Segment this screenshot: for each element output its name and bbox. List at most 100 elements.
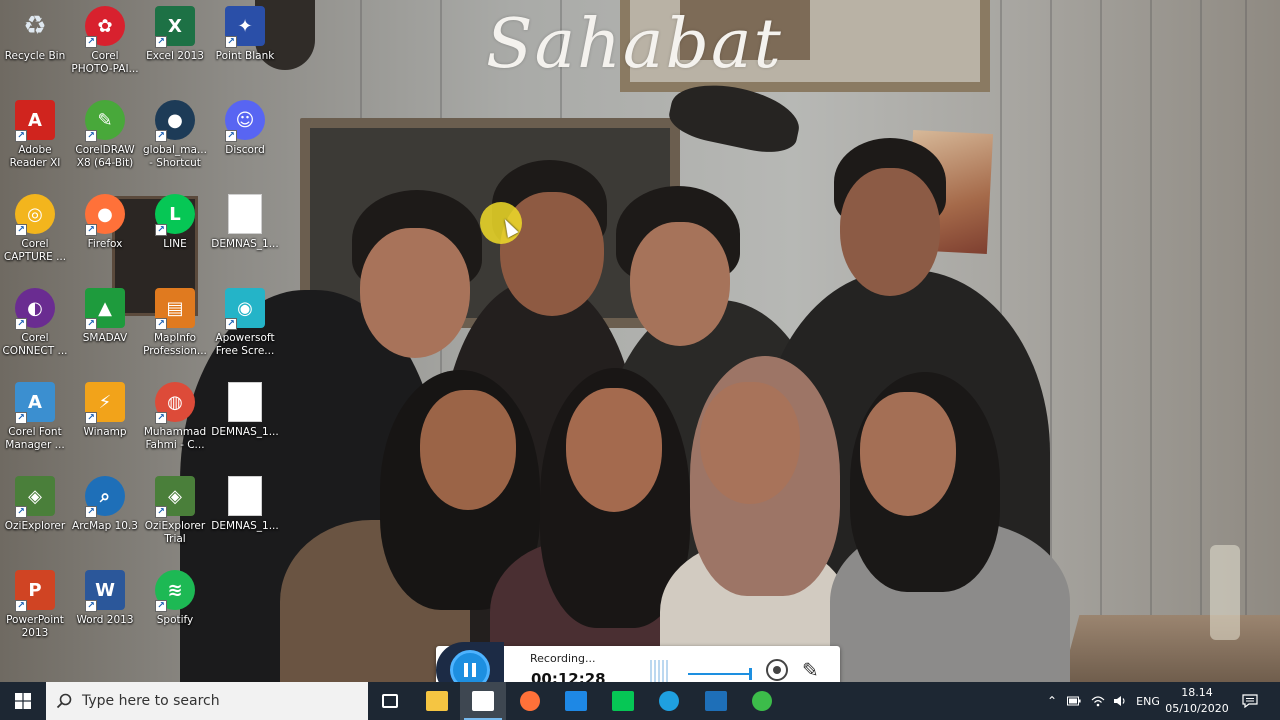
adobe-reader-icon: A ↗ <box>15 100 55 142</box>
clock-time: 18.14 <box>1181 686 1213 699</box>
desktop-icon-label: Muhammad Fahmi - C... <box>143 426 207 451</box>
action-center-icon[interactable] <box>1236 682 1264 720</box>
desktop-icon[interactable]: W ↗ Word 2013 <box>70 570 140 627</box>
desktop-icon[interactable]: DEMNAS_1... <box>210 476 280 533</box>
desktop-icon[interactable]: ◎ ↗ Corel CAPTURE ... <box>0 194 70 264</box>
desktop-icon-label: DEMNAS_1... <box>211 426 279 438</box>
desktop-icon[interactable]: P ↗ PowerPoint 2013 <box>0 570 70 640</box>
shortcut-arrow-icon: ↗ <box>155 130 167 142</box>
desktop-icon[interactable]: ▤ ↗ MapInfo Profession... <box>140 288 210 358</box>
language-indicator[interactable]: ENG <box>1133 682 1163 720</box>
desktop-icon[interactable]: ◉ ↗ Apowersoft Free Scre... <box>210 288 280 358</box>
desktop-icon[interactable]: ⌕ ↗ ArcMap 10.3 <box>70 476 140 533</box>
desktop-icon[interactable]: DEMNAS_1... <box>210 194 280 251</box>
desktop-icon[interactable]: ● ↗ global_ma... - Shortcut <box>140 100 210 170</box>
smadav-icon: ▲ ↗ <box>85 288 125 330</box>
shortcut-arrow-icon: ↗ <box>155 224 167 236</box>
show-hidden-icons-button[interactable]: ⌃ <box>1042 682 1062 720</box>
taskbar-app-apowersoft-recorder[interactable] <box>739 682 785 720</box>
shortcut-arrow-icon: ↗ <box>15 224 27 236</box>
speaker-icon[interactable] <box>1110 682 1130 720</box>
shortcut-arrow-icon: ↗ <box>85 318 97 330</box>
line-icon: L ↗ <box>155 194 195 236</box>
apowersoft-recorder-icon: ◉ ↗ <box>225 288 265 330</box>
arcmap-icon: ⌕ ↗ <box>85 476 125 518</box>
taskbar-app-task-view[interactable] <box>367 682 413 720</box>
desktop-icon-label: Word 2013 <box>76 614 134 626</box>
shortcut-arrow-icon: ↗ <box>155 36 167 48</box>
globe-icon: ● ↗ <box>155 100 195 142</box>
desktop-icon[interactable]: ⚡ ↗ Winamp <box>70 382 140 439</box>
taskbar-app-file-explorer[interactable] <box>414 682 460 720</box>
pen-icon[interactable]: ✎ <box>802 658 826 682</box>
desktop-icon[interactable]: ☺ ↗ Discord <box>210 100 280 157</box>
desktop-icon[interactable]: L ↗ LINE <box>140 194 210 251</box>
desktop-icon-label: Spotify <box>156 614 194 626</box>
winamp-icon: ⚡ ↗ <box>85 382 125 424</box>
desktop-icon-label: Corel CAPTURE ... <box>3 238 67 263</box>
taskbar-search-box[interactable]: Type here to search <box>46 682 368 720</box>
corel-connect-icon: ◐ ↗ <box>15 288 55 330</box>
taskbar-app-line[interactable] <box>600 682 646 720</box>
line-icon <box>611 691 634 711</box>
volume-slider[interactable] <box>688 668 752 680</box>
shortcut-arrow-icon: ↗ <box>225 130 237 142</box>
shortcut-arrow-icon: ↗ <box>15 318 27 330</box>
desktop-icon[interactable]: ◈ ↗ OziExplorer <box>0 476 70 533</box>
shortcut-arrow-icon: ↗ <box>155 412 167 424</box>
desktop-icon-label: LINE <box>163 238 187 250</box>
shortcut-arrow-icon: ↗ <box>15 506 27 518</box>
desktop-icon[interactable]: ◈ ↗ OziExplorer Trial <box>140 476 210 546</box>
blank-file-icon <box>228 382 262 422</box>
shortcut-arrow-icon: ↗ <box>225 318 237 330</box>
shortcut-arrow-icon: ↗ <box>15 130 27 142</box>
apowersoft-recorder-icon <box>752 691 772 711</box>
shortcut-arrow-icon: ↗ <box>225 36 237 48</box>
coreldraw-icon: ✎ ↗ <box>85 100 125 142</box>
desktop-icon[interactable]: ✦ ↗ Point Blank <box>210 6 280 63</box>
taskbar-app-mail[interactable] <box>553 682 599 720</box>
shortcut-arrow-icon: ↗ <box>155 600 167 612</box>
desktop-icon[interactable]: ♻ Recycle Bin <box>0 6 70 63</box>
chevron-up-icon: ⌃ <box>1046 694 1058 708</box>
desktop-icon[interactable]: ≋ ↗ Spotify <box>140 570 210 627</box>
mapinfo-icon: ▤ ↗ <box>155 288 195 330</box>
webcam-icon[interactable] <box>766 659 788 681</box>
clock-date: 05/10/2020 <box>1165 702 1229 715</box>
battery-icon[interactable] <box>1064 682 1084 720</box>
shortcut-arrow-icon: ↗ <box>85 600 97 612</box>
desktop-icon[interactable]: ✿ ↗ Corel PHOTO-PAI... <box>70 6 140 76</box>
desktop-icon-label: Corel CONNECT ... <box>2 332 68 357</box>
desktop-icon[interactable]: DEMNAS_1... <box>210 382 280 439</box>
desktop-icon-label: DEMNAS_1... <box>211 520 279 532</box>
excel-icon: X ↗ <box>155 6 195 48</box>
desktop-icon[interactable]: X ↗ Excel 2013 <box>140 6 210 63</box>
desktop-icon[interactable]: ✎ ↗ CorelDRAW X8 (64-Bit) <box>70 100 140 170</box>
desktop-icon[interactable]: ▲ ↗ SMADAV <box>70 288 140 345</box>
firefox-icon: ● ↗ <box>85 194 125 236</box>
taskbar-app-arcmap[interactable] <box>693 682 739 720</box>
desktop-icon[interactable]: A ↗ Corel Font Manager ... <box>0 382 70 452</box>
desktop-icon-label: Recycle Bin <box>4 50 66 62</box>
desktop-icon[interactable]: ◍ ↗ Muhammad Fahmi - C... <box>140 382 210 452</box>
desktop-icon-label: MapInfo Profession... <box>143 332 207 357</box>
desktop-icon-label: Apowersoft Free Scre... <box>215 332 275 357</box>
oziexplorer-icon: ◈ ↗ <box>155 476 195 518</box>
desktop-icon[interactable]: ● ↗ Firefox <box>70 194 140 251</box>
shortcut-arrow-icon: ↗ <box>155 506 167 518</box>
taskbar-app-edge[interactable] <box>646 682 692 720</box>
taskbar-clock[interactable]: 18.14 05/10/2020 <box>1162 685 1232 717</box>
desktop-icon[interactable]: ◐ ↗ Corel CONNECT ... <box>0 288 70 358</box>
start-button[interactable] <box>0 682 46 720</box>
desktop-icon-label: Point Blank <box>215 50 275 62</box>
taskbar-app-microsoft-store[interactable] <box>460 682 506 720</box>
desktop-icon[interactable]: A ↗ Adobe Reader XI <box>0 100 70 170</box>
desktop-icon-label: Excel 2013 <box>146 50 204 62</box>
microsoft-store-icon <box>472 691 494 711</box>
shortcut-arrow-icon: ↗ <box>15 412 27 424</box>
desktop-icon-label: OziExplorer Trial <box>144 520 206 545</box>
desktop-icon-label: Adobe Reader XI <box>9 144 61 169</box>
desktop-icon-label: SMADAV <box>82 332 128 344</box>
wifi-icon[interactable] <box>1088 682 1108 720</box>
taskbar-app-firefox[interactable] <box>507 682 553 720</box>
